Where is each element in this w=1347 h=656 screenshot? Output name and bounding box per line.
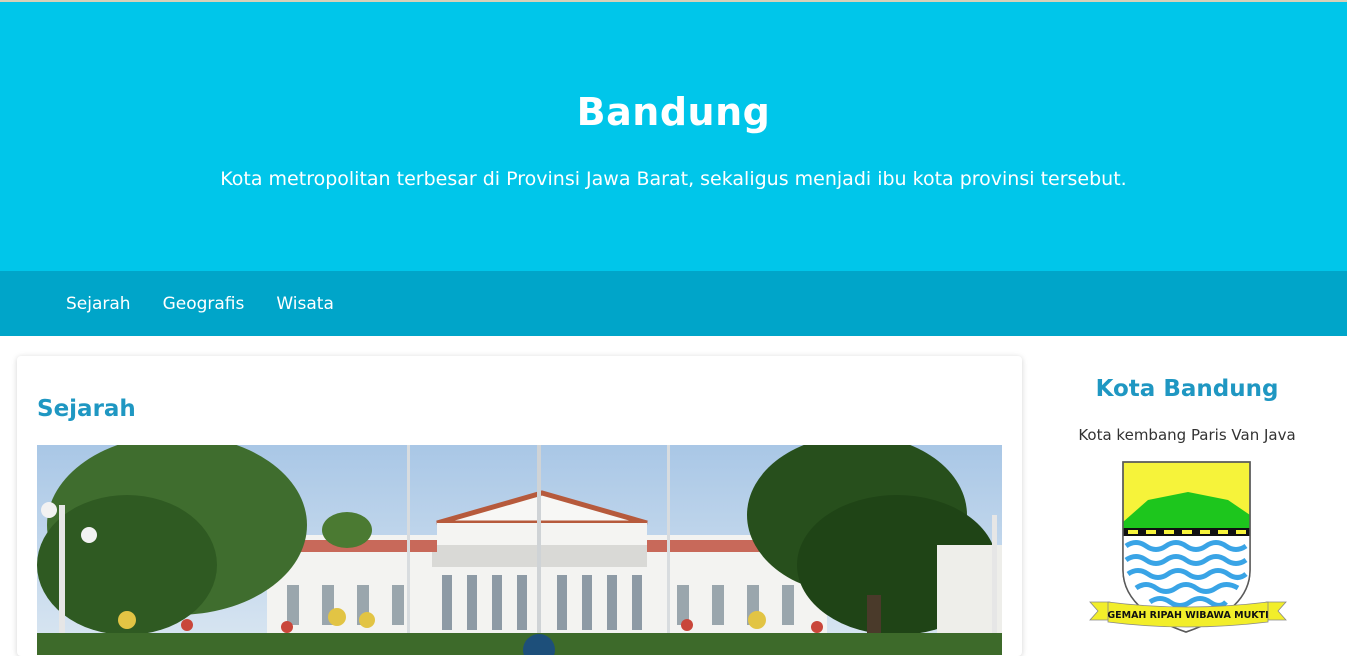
article-card: Sejarah <box>17 356 1022 656</box>
bandung-crest-logo: GEMAH RIPAH WIBAWA MUKTI <box>1089 461 1287 633</box>
sidebar: Kota Bandung Kota kembang Paris Van Java… <box>1042 356 1332 643</box>
site-header: Bandung Kota metropolitan terbesar di Pr… <box>0 2 1347 271</box>
sidebar-heading: Kota Bandung <box>1095 376 1279 402</box>
nav-item-geografis[interactable]: Geografis <box>147 294 261 314</box>
nav-item-sejarah[interactable]: Sejarah <box>50 294 147 314</box>
nav-item-wisata[interactable]: Wisata <box>260 294 350 314</box>
site-subtitle: Kota metropolitan terbesar di Provinsi J… <box>220 168 1127 190</box>
site-title: Bandung <box>576 90 771 134</box>
sidebar-tagline: Kota kembang Paris Van Java <box>1078 426 1296 444</box>
gedung-sate-photo <box>37 445 1002 655</box>
main-nav: Sejarah Geografis Wisata <box>0 271 1347 336</box>
crest-motto: GEMAH RIPAH WIBAWA MUKTI <box>1107 610 1268 621</box>
article-heading: Sejarah <box>37 396 136 422</box>
